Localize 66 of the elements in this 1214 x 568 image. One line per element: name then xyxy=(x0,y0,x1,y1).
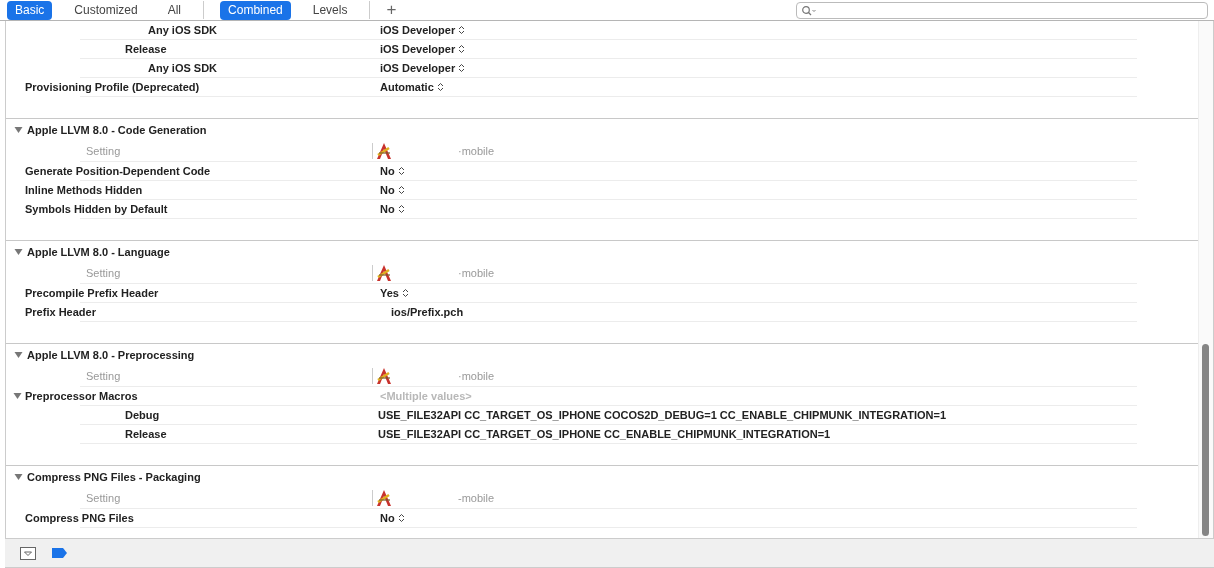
stepper-icon xyxy=(458,44,466,54)
setting-value[interactable]: ios/Prefix.pch xyxy=(380,306,464,318)
setting-value[interactable]: No xyxy=(380,512,405,524)
view-tab[interactable]: Combined xyxy=(220,0,291,20)
setting-name: Inline Methods Hidden xyxy=(25,184,144,196)
view-tab[interactable]: Levels xyxy=(304,0,356,20)
section-title: Apple LLVM 8.0 - Code Generation xyxy=(27,123,207,136)
setting-name: Preprocessor Macros xyxy=(25,390,139,402)
setting-value[interactable]: No xyxy=(380,203,405,215)
disclosure-triangle-icon[interactable] xyxy=(13,392,22,400)
setting-name: Prefix Header xyxy=(25,306,97,318)
setting-name: Release xyxy=(124,428,168,440)
pencil-ruler-icon xyxy=(375,263,393,282)
filter-icon[interactable] xyxy=(20,546,36,560)
column-header: Setting xyxy=(85,266,122,279)
setting-name: Debug xyxy=(124,409,161,421)
column-header: ·mobile xyxy=(458,144,495,157)
pencil-ruler-icon xyxy=(375,488,393,507)
section-title: Apple LLVM 8.0 - Language xyxy=(27,245,170,258)
tag-icon[interactable] xyxy=(52,548,68,558)
setting-value[interactable]: iOS Developer xyxy=(380,62,466,74)
scope-tab[interactable]: Customized xyxy=(66,0,146,20)
scrollbar[interactable] xyxy=(1198,21,1214,538)
setting-name: Symbols Hidden by Default xyxy=(25,203,169,215)
setting-name: Any iOS SDK xyxy=(147,24,219,36)
setting-name: Precompile Prefix Header xyxy=(25,287,160,299)
section-title: Compress PNG Files - Packaging xyxy=(27,470,201,483)
stepper-icon xyxy=(436,82,444,92)
stepper-icon xyxy=(397,513,405,523)
column-header: Setting xyxy=(85,369,122,382)
setting-name: Any iOS SDK xyxy=(147,62,219,74)
pencil-ruler-icon xyxy=(375,366,393,385)
search-field[interactable] xyxy=(796,1,1208,19)
setting-value[interactable]: Yes xyxy=(380,287,409,299)
pencil-ruler-icon xyxy=(375,141,393,160)
disclosure-triangle-icon[interactable] xyxy=(14,350,23,359)
stepper-icon xyxy=(458,63,466,73)
scope-tab[interactable]: All xyxy=(159,0,190,20)
setting-value[interactable]: iOS Developer xyxy=(380,24,466,36)
column-header: ·mobile xyxy=(458,369,495,382)
disclosure-triangle-icon[interactable] xyxy=(14,472,23,481)
disclosure-triangle-icon[interactable] xyxy=(14,247,23,256)
setting-name: Provisioning Profile (Deprecated) xyxy=(25,81,201,93)
column-header: Setting xyxy=(85,491,122,504)
scope-tab[interactable]: Basic xyxy=(7,0,53,20)
stepper-icon xyxy=(458,25,466,35)
setting-value[interactable]: Automatic xyxy=(380,81,444,93)
stepper-icon xyxy=(401,288,409,298)
setting-name: Release xyxy=(124,43,168,55)
disclosure-triangle-icon[interactable] xyxy=(14,125,23,134)
setting-value[interactable]: No xyxy=(380,184,405,196)
setting-value[interactable]: No xyxy=(380,165,405,177)
setting-value[interactable]: USE_FILE32API CC_TARGET_OS_IPHONE COCOS2D_DEBUG=1 CC_ENABLE_CHIPMUNK_INTEGRATION=1 xyxy=(378,409,947,421)
setting-value[interactable]: iOS Developer xyxy=(380,43,466,55)
column-header: -mobile xyxy=(458,491,495,504)
stepper-icon xyxy=(397,204,405,214)
stepper-icon xyxy=(397,166,405,176)
setting-name: Generate Position-Dependent Code xyxy=(25,165,212,177)
column-header: ·mobile xyxy=(458,266,495,279)
stepper-icon xyxy=(397,185,405,195)
add-button[interactable]: + xyxy=(386,2,397,18)
setting-name: Compress PNG Files xyxy=(25,512,135,524)
column-header: Setting xyxy=(85,144,122,157)
setting-value[interactable]: USE_FILE32API CC_TARGET_OS_IPHONE CC_ENABLE_CHIPMUNK_INTEGRATION=1 xyxy=(378,428,831,440)
section-title: Apple LLVM 8.0 - Preprocessing xyxy=(27,348,195,361)
search-icon xyxy=(801,6,817,16)
